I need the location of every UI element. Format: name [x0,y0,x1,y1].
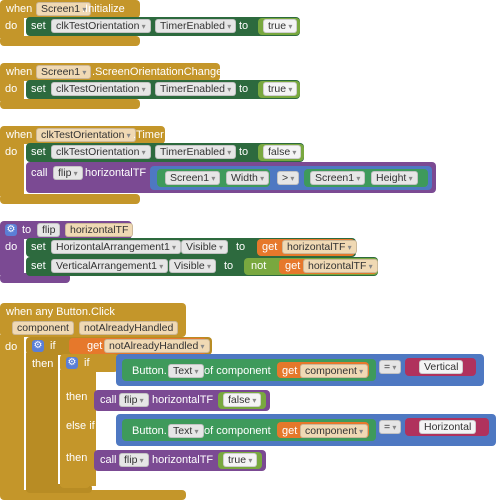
to-label: to [239,83,249,95]
component-dropdown[interactable]: clkTestOrientation [36,128,136,142]
timer-component-dropdown[interactable]: clkTestOrientation [51,19,151,33]
boolean-value[interactable]: true [263,82,298,96]
property-dropdown[interactable]: TimerEnabled [155,145,237,159]
param-label: horizontalTF [152,394,214,406]
operator-dropdown[interactable]: > [277,171,300,185]
width-property-dropdown[interactable]: Width [226,171,270,185]
when-label: when [6,66,33,78]
string-literal[interactable]: Vertical [419,360,464,374]
set-label: set [31,260,46,272]
boolean-value[interactable]: false [263,145,302,159]
variable-dropdown[interactable]: horizontalTF [303,259,378,273]
if-label: if [50,340,56,352]
equals-operator-dropdown[interactable]: = [379,420,402,434]
text-property-dropdown[interactable]: Text [168,424,204,438]
then-label: then [32,358,54,370]
component-dropdown[interactable]: VerticalArrangement1 [51,259,169,273]
param-label: horizontalTF [152,454,214,466]
call-label: call [100,394,117,406]
property-dropdown[interactable]: Visible [181,240,228,254]
string-literal[interactable]: Horizontal [419,420,477,434]
procedure-dropdown[interactable]: flip [119,393,149,407]
event-name: .Timer [133,129,164,141]
to-label: to [239,146,249,158]
to-label: to [224,260,234,272]
property-dropdown[interactable]: TimerEnabled [155,82,237,96]
get-label: get [282,365,298,377]
procedure-dropdown[interactable]: flip [119,453,149,467]
do-label: do [5,241,18,253]
set-label: set [31,20,46,32]
when-label: when [6,129,33,141]
do-label: do [5,20,18,32]
set-label: set [31,241,46,253]
get-label: get [262,241,278,253]
param-label: horizontalTF [85,167,147,179]
boolean-value[interactable]: true [223,453,258,467]
height-property-dropdown[interactable]: Height [371,171,418,185]
procedure-dropdown[interactable]: flip [53,166,83,180]
gear-icon[interactable]: ⚙ [32,340,44,352]
procedure-name-field[interactable]: flip [37,223,61,237]
variable-dropdown[interactable]: notAlreadyHandled [104,339,210,353]
equals-operator-dropdown[interactable]: = [379,360,402,374]
to-label: to [236,241,246,253]
button-label: Button. [132,425,167,437]
property-dropdown[interactable]: TimerEnabled [155,19,237,33]
parameter-component[interactable]: component [12,321,74,335]
set-label: set [31,146,46,158]
of-component-label: of component [204,425,271,437]
boolean-value[interactable]: true [263,19,298,33]
component-dropdown[interactable]: HorizontalArrangement1 [51,240,182,254]
variable-dropdown[interactable]: component [300,424,369,438]
text-property-dropdown[interactable]: Text [168,364,204,378]
do-label: do [5,83,18,95]
call-label: call [100,454,117,466]
parameter-field[interactable]: horizontalTF [65,223,134,237]
do-label: do [5,341,18,353]
then-label: then [66,452,88,464]
button-label: Button. [132,365,167,377]
component-dropdown[interactable]: Screen1 [36,65,92,79]
timer-component-dropdown[interactable]: clkTestOrientation [51,82,151,96]
variable-dropdown[interactable]: horizontalTF [282,240,357,254]
not-label: not [251,260,267,272]
get-label: get [282,425,298,437]
get-label: get [285,260,301,272]
property-dropdown[interactable]: Visible [169,259,216,273]
get-label: get [87,340,103,352]
to-label: to [22,224,32,236]
screen-component-dropdown[interactable]: Screen1 [310,171,366,185]
variable-dropdown[interactable]: component [300,364,369,378]
then-label: then [66,391,88,403]
if-label: if [84,357,90,369]
boolean-value[interactable]: false [223,393,262,407]
gear-icon[interactable]: ⚙ [5,224,17,236]
do-label: do [5,146,18,158]
of-component-label: of component [204,365,271,377]
else-if-label: else if [66,420,95,432]
event-name: when any Button.Click [6,306,115,318]
set-label: set [31,83,46,95]
to-label: to [239,20,249,32]
call-label: call [31,167,48,179]
screen-component-dropdown[interactable]: Screen1 [165,171,221,185]
when-label: when [6,3,33,15]
parameter-not-already-handled[interactable]: notAlreadyHandled [79,321,179,335]
timer-component-dropdown[interactable]: clkTestOrientation [51,145,151,159]
gear-icon[interactable]: ⚙ [66,357,78,369]
event-name: .Initialize [82,3,125,15]
event-name: .ScreenOrientationChanged [92,66,229,78]
